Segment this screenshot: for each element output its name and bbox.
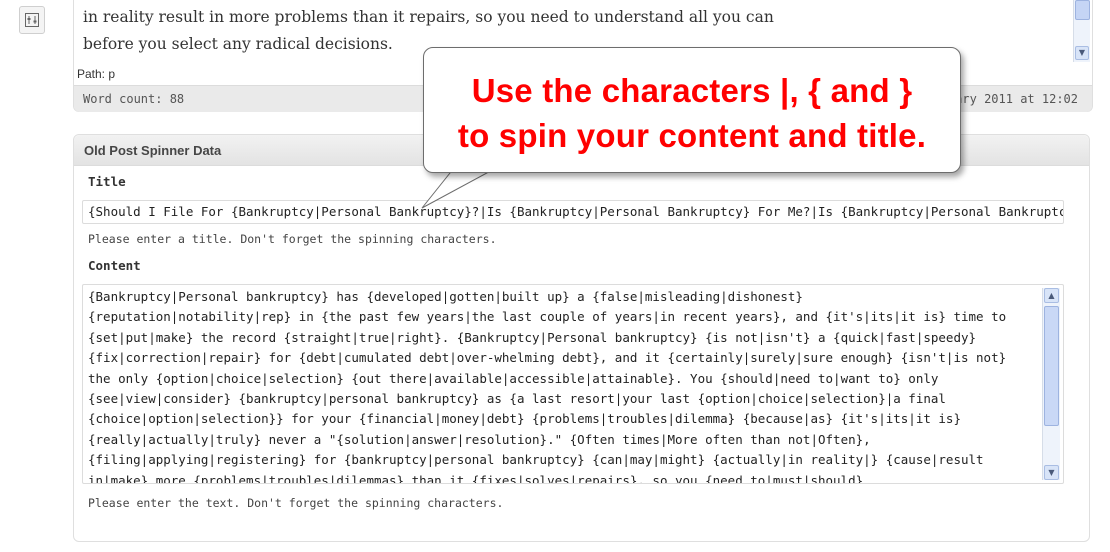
- editor-scroll-thumb[interactable]: [1075, 0, 1090, 20]
- content-scroll-thumb[interactable]: [1044, 306, 1059, 426]
- content-text: {Bankruptcy|Personal bankruptcy} has {de…: [88, 287, 1038, 484]
- callout-line-1: Use the characters |, { and }: [471, 72, 913, 109]
- left-rail: [0, 0, 62, 552]
- content-textarea[interactable]: {Bankruptcy|Personal bankruptcy} has {de…: [82, 284, 1064, 484]
- content-line: {fix|correction|repair} for {debt|cumula…: [88, 350, 1007, 366]
- spin-instructions-callout: Use the characters |, { and } to spin yo…: [423, 47, 961, 173]
- content-line: {filing|applying|registering} for {bankr…: [88, 452, 984, 468]
- editor-line: in reality result in more problems than …: [83, 8, 774, 26]
- content-line: in|make} more {problems|troubles|dilemma…: [88, 472, 864, 484]
- content-line: {see|view|consider} {bankruptcy|personal…: [88, 391, 946, 407]
- word-count: Word count: 88: [83, 92, 185, 106]
- arrow-down-icon[interactable]: ▼: [1044, 465, 1059, 480]
- title-help-text: Please enter a title. Don't forget the s…: [88, 232, 497, 246]
- callout-line-2: to spin your content and title.: [457, 117, 927, 154]
- title-input[interactable]: {Should I File For {Bankruptcy|Personal …: [82, 200, 1064, 224]
- content-line: the only {option|choice|selection} {out …: [88, 370, 939, 386]
- content-line: {set|put|make} the record {straight|true…: [88, 329, 977, 345]
- editor-scrollbar[interactable]: ▼: [1073, 0, 1090, 62]
- content-line: {Bankruptcy|Personal bankruptcy} has {de…: [88, 289, 803, 304]
- arrow-up-icon[interactable]: ▲: [1044, 288, 1059, 303]
- arrow-down-icon[interactable]: ▼: [1075, 46, 1089, 60]
- settings-sliders-icon[interactable]: [19, 6, 45, 34]
- content-scrollbar[interactable]: ▲ ▼: [1042, 288, 1060, 480]
- content-help-text: Please enter the text. Don't forget the …: [88, 496, 504, 510]
- title-label: Title: [88, 174, 126, 189]
- content-label: Content: [88, 258, 141, 273]
- content-line: {reputation|notability|rep} in {the past…: [88, 309, 1007, 325]
- spinner-data-panel: Old Post Spinner Data Title {Should I Fi…: [73, 134, 1090, 542]
- content-line: {really|actually|truly} never a "{soluti…: [88, 431, 871, 447]
- callout-tail: [421, 168, 497, 209]
- content-line: {choice|option|selection}} for your {fin…: [88, 411, 961, 427]
